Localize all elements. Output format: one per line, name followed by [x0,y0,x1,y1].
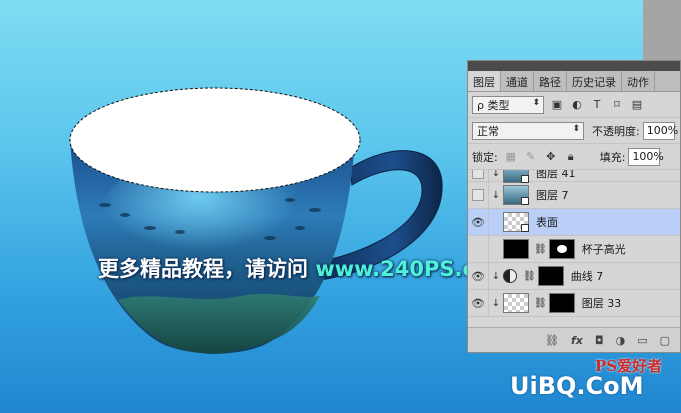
fx-icon[interactable]: fx [571,334,583,347]
lock-row: 锁定: ▦ ✎ ✥ 🔒︎ 填充: 100% [468,144,680,170]
type-filter-icon[interactable]: T [590,98,604,111]
layer-name[interactable]: 杯子高光 [582,241,626,257]
lock-label: 锁定: [472,150,498,164]
tab-actions[interactable]: 动作 [622,71,655,91]
opacity-label: 不透明度: [592,124,640,138]
clip-arrow-icon: ↓ [491,170,501,179]
link-layers-icon[interactable]: ⛓ [545,334,559,347]
layer-mask-thumbnail [548,239,575,259]
lock-transparency-icon[interactable]: ▦ [504,150,518,163]
layer-name[interactable]: 图层 33 [582,295,622,311]
layers-list: ↓ 图层 41 ↓ 图层 7 👁︎ 表面 ⛓ 杯子高光 👁︎ ↓ ⛓ 曲线 7 … [468,170,680,326]
tab-layers[interactable]: 图层 [468,71,501,91]
eye-icon[interactable]: 👁︎ [468,263,489,289]
eye-icon[interactable]: 👁︎ [468,209,489,235]
kind-filter-label: ρ 类型 [477,98,510,112]
kind-filter-select[interactable]: ρ 类型 ⬍ [472,95,544,114]
hidden-eye-icon [472,170,484,179]
photoshop-canvas[interactable]: 更多精品教程，请访问 www.240PS.com 图层 通道 路径 历史记录 动… [0,0,681,413]
smart-object-icon [521,224,529,232]
image-filter-icon[interactable]: ▣ [550,98,564,111]
new-layer-icon[interactable]: ▢ [660,334,670,347]
chevron-down-icon: ⬍ [572,123,580,134]
add-mask-icon[interactable]: ◘ [595,334,604,347]
clip-arrow-icon: ↓ [491,297,501,309]
layers-panel: 图层 通道 路径 历史记录 动作 ρ 类型 ⬍ ▣ ◐ T ⌑ ▤ 正常 ⬍ 不… [467,60,681,353]
filter-row: ρ 类型 ⬍ ▣ ◐ T ⌑ ▤ [468,92,680,118]
panel-titlebar[interactable] [468,61,680,71]
layer-name[interactable]: 表面 [536,214,558,230]
layer-row[interactable]: ↓ 图层 41 [468,170,680,183]
curves-adjustment-icon [503,269,517,283]
layer-thumbnail [503,293,529,313]
layer-thumbnail [503,185,529,205]
layer-mask-thumbnail [537,266,564,286]
fill-label: 填充: [599,150,626,164]
blend-mode-select[interactable]: 正常 ⬍ [472,121,584,140]
layer-row[interactable]: 👁︎ ↓ ⛓ 图层 33 [468,290,680,317]
blend-row: 正常 ⬍ 不透明度: 100% [468,118,680,144]
lock-position-icon[interactable]: ✥ [544,150,558,163]
promo-banner: 更多精品教程，请访问 www.240PS.com [98,253,511,283]
layer-row[interactable]: ⛓ 杯子高光 [468,236,680,263]
new-adjustment-icon[interactable]: ◑ [616,334,626,347]
lock-all-icon[interactable]: 🔒︎ [564,150,578,164]
layer-mask-thumbnail [548,293,575,313]
link-icon: ⛓ [534,243,547,255]
promo-text: 更多精品教程，请访问 [98,257,308,281]
mask-shape [556,245,567,253]
opacity-field[interactable]: 100% [642,121,678,140]
visibility-toggle[interactable] [468,182,489,208]
canvas-scroll-area [643,0,681,60]
link-icon: ⛓ [534,297,547,309]
shape-filter-icon[interactable]: ⌑ [610,98,624,111]
layer-name[interactable]: 曲线 7 [571,268,604,284]
lock-pixels-icon[interactable]: ✎ [524,150,538,163]
layer-name[interactable]: 图层 7 [536,187,569,203]
link-icon: ⛓ [523,270,536,282]
layer-row[interactable]: ↓ 图层 7 [468,182,680,209]
hidden-eye-icon [472,189,484,201]
chevron-down-icon: ⬍ [532,97,540,108]
tab-channels[interactable]: 通道 [501,71,534,91]
adjustment-filter-icon[interactable]: ◐ [570,98,584,111]
clip-arrow-icon: ↓ [491,189,501,201]
layer-name[interactable]: 图层 41 [536,170,576,181]
panel-footer: ⛓ fx ◘ ◑ ▭ ▢ [468,327,680,352]
clip-arrow-icon: ↓ [491,270,501,282]
visibility-toggle[interactable] [468,236,489,262]
visibility-toggle[interactable] [468,170,489,181]
panel-tabs: 图层 通道 路径 历史记录 动作 [468,71,680,92]
smart-object-filter-icon[interactable]: ▤ [630,98,644,111]
tab-paths[interactable]: 路径 [534,71,567,91]
layer-thumbnail [503,212,529,232]
fill-field[interactable]: 100% [628,147,664,166]
layer-row-selected[interactable]: 👁︎ 表面 [468,209,680,236]
rim-selection [69,87,361,193]
eye-icon[interactable]: 👁︎ [468,290,489,316]
new-group-icon[interactable]: ▭ [637,334,647,347]
layer-thumbnail [503,239,529,259]
smart-object-icon [521,197,529,205]
tab-history[interactable]: 历史记录 [567,71,622,91]
layer-row[interactable]: 👁︎ ↓ ⛓ 曲线 7 [468,263,680,290]
blend-mode-value: 正常 [477,124,499,138]
watermark-main: UiBQ.CoM [510,372,644,400]
